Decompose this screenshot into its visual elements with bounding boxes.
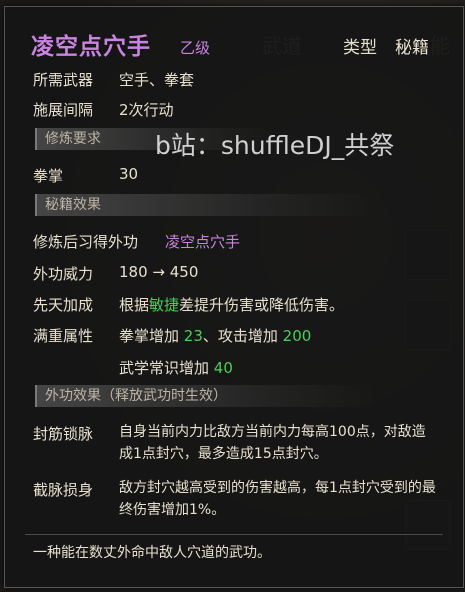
interval-value: 2次行动 xyxy=(119,101,174,119)
full-line1-value1: 23 xyxy=(183,327,203,345)
section-external-effect: 外功效果（释放武功时生效） xyxy=(35,385,375,407)
innate-bonus-text: 根据敏捷差提升伤害或降低伤害。 xyxy=(119,294,344,315)
power-value: 180 → 450 xyxy=(119,263,199,281)
innate-text-post: 差提升伤害或降低伤害。 xyxy=(179,296,345,314)
tooltip-header: 凌空点穴手 乙级 类型 秘籍 xyxy=(5,7,463,67)
full-weight-line-1: 拳掌增加 23、攻击增加 200 xyxy=(119,325,311,346)
full-weight-line-2: 武学常识增加 40 xyxy=(119,357,233,378)
full-line2-pre: 武学常识增加 xyxy=(119,359,214,377)
weapon-value: 空手、拳套 xyxy=(119,71,195,89)
full-line1-value2: 200 xyxy=(282,327,312,345)
requirement-value: 30 xyxy=(119,165,139,183)
power-label: 外功威力 xyxy=(33,265,94,283)
skill-description: 一种能在数丈外命中敌人穴道的武功。 xyxy=(33,545,271,561)
type-value: 秘籍 xyxy=(395,38,429,58)
description-divider xyxy=(25,534,443,535)
innate-bonus-label: 先天加成 xyxy=(33,296,94,314)
weapon-label: 所需武器 xyxy=(33,71,94,89)
watermark-text: b站：shuffleDJ_共祭 xyxy=(155,131,395,160)
interval-label: 施展间隔 xyxy=(33,101,94,119)
skill-grade: 乙级 xyxy=(180,39,211,57)
full-line1-pre: 拳掌增加 xyxy=(119,327,184,345)
skill-tooltip-panel: 凌空点穴手 乙级 类型 秘籍 所需武器 空手、拳套 施展间隔 2次行动 修炼要求… xyxy=(4,6,464,588)
full-weight-label: 满重属性 xyxy=(33,327,94,345)
type-label: 类型 xyxy=(343,38,377,58)
effect2-text: 敌方封穴越高受到的伤害越高，每1点封穴受到的最终伤害增加1%。 xyxy=(119,480,436,518)
skill-title: 凌空点穴手 xyxy=(31,34,151,60)
innate-text-pre: 根据 xyxy=(119,296,150,314)
effect2-label: 截脉损身 xyxy=(33,481,94,499)
learn-skill-label: 修炼后习得外功 xyxy=(33,233,139,251)
learn-skill-value: 凌空点穴手 xyxy=(165,233,241,251)
full-line2-value: 40 xyxy=(213,359,233,377)
effect1-text: 自身当前内力比敌方当前内力每高100点，对敌造成1点封穴，最多造成15点封穴。 xyxy=(119,424,426,462)
full-line1-mid: 、攻击增加 xyxy=(202,327,283,345)
effect1-label: 封筋锁脉 xyxy=(33,425,94,443)
section-book-effect: 秘籍效果 xyxy=(35,194,375,216)
requirement-label: 拳掌 xyxy=(33,167,64,185)
innate-attribute: 敏捷 xyxy=(149,296,180,314)
